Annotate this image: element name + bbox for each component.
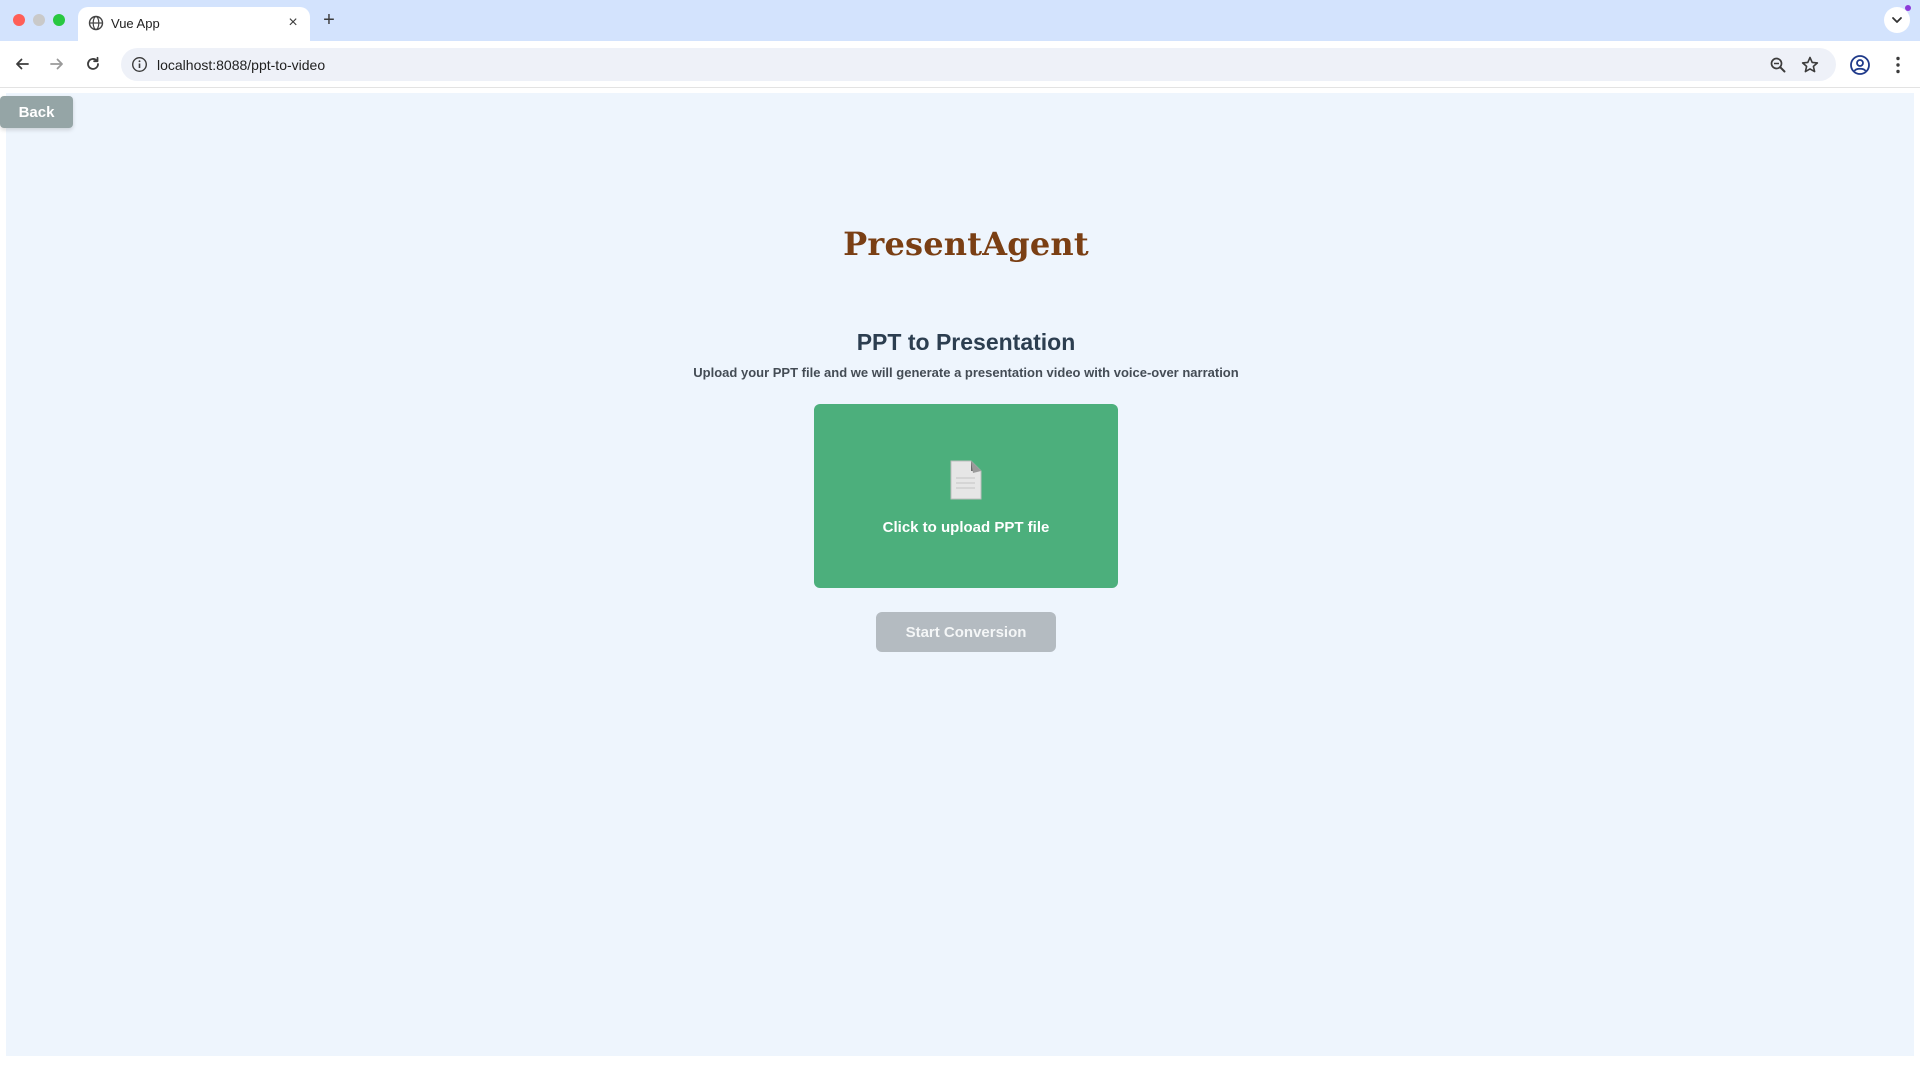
reload-button[interactable] xyxy=(80,51,106,77)
forward-arrow-icon xyxy=(50,58,63,70)
site-info-icon[interactable] xyxy=(131,56,148,73)
browser-tab-bar: Vue App × + xyxy=(0,0,1920,41)
back-nav-button[interactable] xyxy=(9,51,35,77)
minimize-window-button[interactable] xyxy=(33,14,45,26)
new-tab-button[interactable]: + xyxy=(318,9,340,31)
page-viewport: PresentAgent PPT to Presentation Upload … xyxy=(0,89,1920,1080)
forward-nav-button[interactable] xyxy=(44,51,70,77)
kebab-menu-icon[interactable] xyxy=(1886,53,1910,77)
browser-tab[interactable]: Vue App × xyxy=(78,7,310,41)
back-arrow-icon xyxy=(16,58,29,70)
profile-icon[interactable] xyxy=(1848,53,1872,77)
close-window-button[interactable] xyxy=(13,14,25,26)
tab-close-icon[interactable]: × xyxy=(284,14,302,32)
page-title: PPT to Presentation xyxy=(856,329,1076,355)
browser-toolbar: localhost:8088/ppt-to-video xyxy=(0,41,1920,88)
chevron-down-icon xyxy=(1892,17,1902,23)
file-icon xyxy=(950,460,982,500)
maximize-window-button[interactable] xyxy=(53,14,65,26)
app-container: PresentAgent PPT to Presentation Upload … xyxy=(6,93,1914,1056)
tab-title: Vue App xyxy=(111,16,160,31)
brand-logo-text: PresentAgent xyxy=(843,225,1089,263)
upload-dropzone[interactable]: Click to upload PPT file xyxy=(814,404,1118,588)
zoom-icon[interactable] xyxy=(1768,55,1788,75)
start-conversion-button[interactable]: Start Conversion xyxy=(876,612,1056,652)
back-button[interactable]: Back xyxy=(0,96,73,128)
tab-search-button[interactable] xyxy=(1884,7,1910,33)
upload-label: Click to upload PPT file xyxy=(882,519,1050,536)
url-text[interactable]: localhost:8088/ppt-to-video xyxy=(157,57,325,73)
star-icon[interactable] xyxy=(1800,55,1820,75)
globe-icon xyxy=(88,15,104,31)
reload-icon xyxy=(87,56,99,70)
notification-dot xyxy=(1905,5,1911,11)
address-bar[interactable]: localhost:8088/ppt-to-video xyxy=(121,48,1836,81)
page-subtitle: Upload your PPT file and we will generat… xyxy=(693,365,1239,380)
